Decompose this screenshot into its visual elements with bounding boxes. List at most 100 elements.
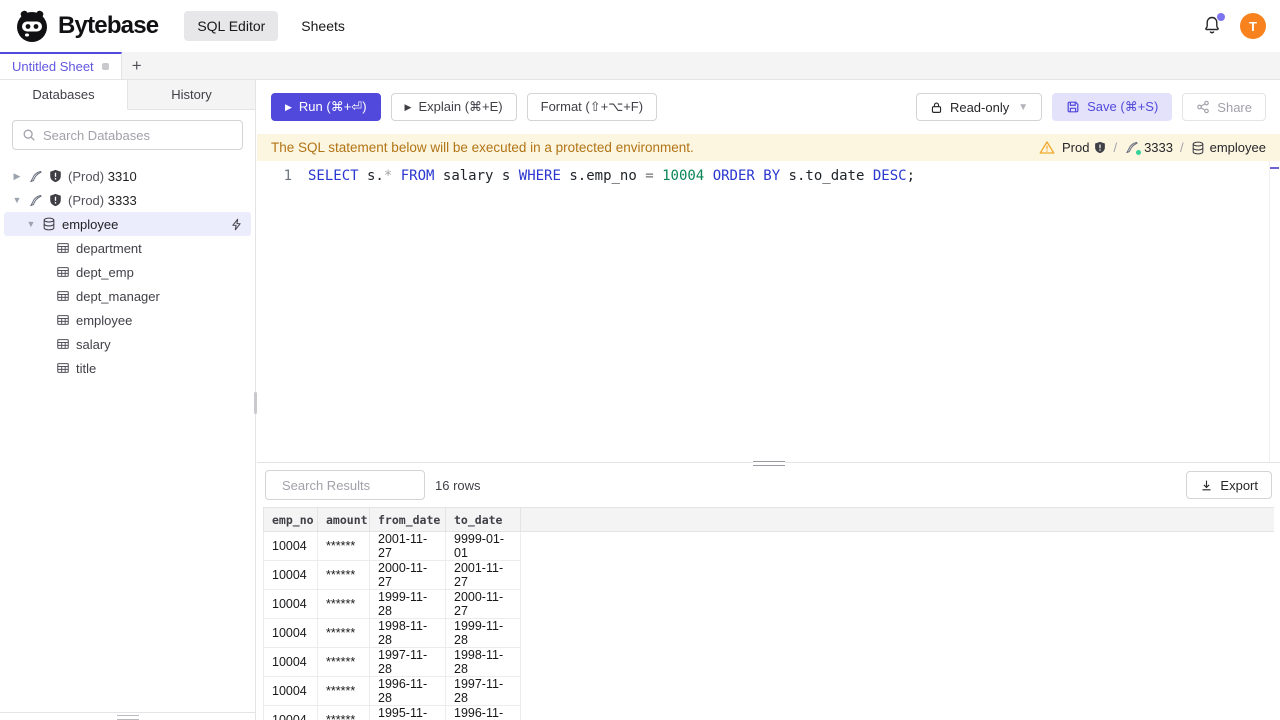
tab-untitled-sheet[interactable]: Untitled Sheet	[0, 52, 122, 79]
table-row[interactable]: 10004 ****** 1999-11-28 2000-11-27	[263, 589, 1275, 619]
database-search-input[interactable]	[43, 127, 233, 143]
table-cell[interactable]: 1995-11-29	[369, 705, 446, 720]
table-cell[interactable]: 10004	[263, 531, 318, 561]
chevron-down-icon: ▼	[12, 195, 22, 205]
tree-item-table[interactable]: dept_manager	[0, 284, 255, 308]
table-cell[interactable]: 10004	[263, 589, 318, 619]
table-cell-filler	[521, 706, 1275, 720]
lock-icon	[931, 101, 942, 113]
sql-token: 10004	[662, 168, 705, 184]
table-cell[interactable]: ******	[317, 647, 370, 677]
tree-item-table[interactable]: dept_emp	[0, 260, 255, 284]
table-cell[interactable]: 1996-11-28	[445, 705, 521, 720]
sql-code-editor[interactable]: 1 SELECT s.* FROM salary s WHERE s.emp_n…	[257, 161, 1280, 466]
export-button[interactable]: Export	[1186, 471, 1272, 499]
table-cell[interactable]: 2000-11-27	[369, 560, 446, 590]
tree-item-table[interactable]: salary	[0, 332, 255, 356]
table-cell[interactable]: 10004	[263, 560, 318, 590]
table-cell[interactable]: ******	[317, 531, 370, 561]
format-button[interactable]: Format (⇧+⌥+F)	[526, 93, 658, 121]
table-cell[interactable]: 10004	[263, 676, 318, 706]
table-cell[interactable]: 10004	[263, 705, 318, 720]
table-cell[interactable]: ******	[317, 705, 370, 720]
sidebar: Databases History ▶ (Prod) 3310	[0, 80, 257, 720]
table-cell[interactable]: 10004	[263, 647, 318, 677]
table-name: dept_emp	[76, 264, 134, 280]
table-row[interactable]: 10004 ****** 2001-11-27 9999-01-01	[263, 531, 1275, 561]
chevron-down-icon: ▼	[26, 219, 36, 229]
breadcrumb-database[interactable]: employee	[1191, 140, 1266, 155]
sql-token: salary s	[434, 168, 519, 184]
sql-token: s.emp_no	[560, 168, 646, 184]
database-name: employee	[62, 216, 119, 232]
tab-history[interactable]: History	[128, 80, 255, 110]
sql-token: ORDER BY	[712, 168, 781, 184]
panel-resize-handle[interactable]	[752, 461, 785, 466]
tree-item-table[interactable]: title	[0, 356, 255, 380]
tree-item-table[interactable]: employee	[0, 308, 255, 332]
sheet-tab-label: Untitled Sheet	[12, 59, 94, 74]
explain-button[interactable]: ▶ Explain (⌘+E)	[390, 93, 517, 121]
nav-sql-editor[interactable]: SQL Editor	[184, 11, 279, 41]
table-cell[interactable]: ******	[317, 589, 370, 619]
breadcrumb-environment[interactable]: Prod	[1062, 140, 1106, 155]
bolt-icon[interactable]	[230, 218, 243, 231]
connection-breadcrumb: Prod / 3333 / employee	[1039, 140, 1266, 155]
editor-scrollbar[interactable]	[1269, 161, 1280, 462]
run-button[interactable]: ▶ Run (⌘+⏎)	[271, 93, 381, 121]
column-header[interactable]: to_date	[445, 507, 521, 532]
table-cell[interactable]: 9999-01-01	[445, 531, 521, 561]
editor-toolbar: ▶ Run (⌘+⏎) ▶ Explain (⌘+E) Format (⇧+⌥+…	[257, 80, 1280, 134]
tree-item-database-employee[interactable]: ▼ employee	[4, 212, 251, 236]
brand-name: Bytebase	[58, 12, 159, 39]
results-search-input[interactable]	[282, 477, 458, 493]
table-cell[interactable]: 2001-11-27	[369, 531, 446, 561]
download-icon	[1202, 480, 1211, 490]
table-cell[interactable]: 1998-11-28	[369, 618, 446, 648]
column-header[interactable]: emp_no	[263, 507, 318, 532]
notifications-button[interactable]	[1202, 13, 1225, 37]
avatar[interactable]: T	[1240, 13, 1266, 39]
table-cell[interactable]: 1999-11-28	[369, 589, 446, 619]
table-cell[interactable]: ******	[317, 618, 370, 648]
column-header[interactable]: amount	[317, 507, 370, 532]
table-name: title	[76, 360, 97, 376]
table-cell[interactable]: 2000-11-27	[445, 589, 521, 619]
breadcrumb-instance[interactable]: 3333	[1124, 140, 1173, 155]
protected-env-banner: The SQL statement below will be executed…	[257, 134, 1280, 161]
table-cell[interactable]: 1999-11-28	[445, 618, 521, 648]
table-row[interactable]: 10004 ****** 2000-11-27 2001-11-27	[263, 560, 1275, 590]
table-cell[interactable]: ******	[317, 676, 370, 706]
add-sheet-button[interactable]: +	[122, 52, 152, 79]
save-button[interactable]: Save (⌘+S)	[1052, 93, 1173, 121]
table-row[interactable]: 10004 ****** 1998-11-28 1999-11-28	[263, 618, 1275, 648]
tree-item-instance-3310[interactable]: ▶ (Prod) 3310	[0, 164, 255, 188]
brand[interactable]: Bytebase	[14, 8, 159, 44]
share-button[interactable]: Share	[1182, 93, 1266, 121]
tree-item-instance-3333[interactable]: ▼ (Prod) 3333	[0, 188, 255, 212]
table-cell-filler	[521, 590, 1275, 619]
table-cell[interactable]: 1998-11-28	[445, 647, 521, 677]
tree-item-table[interactable]: department	[0, 236, 255, 260]
table-row[interactable]: 10004 ****** 1996-11-28 1997-11-28	[263, 676, 1275, 706]
table-cell[interactable]: 1997-11-28	[445, 676, 521, 706]
sidebar-resize-handle[interactable]	[0, 712, 255, 720]
table-cell[interactable]: 10004	[263, 618, 318, 648]
table-cell[interactable]: 2001-11-27	[445, 560, 521, 590]
nav-sheets[interactable]: Sheets	[288, 11, 358, 41]
table-cell[interactable]: 1996-11-28	[369, 676, 446, 706]
tab-databases[interactable]: Databases	[0, 80, 128, 110]
table-cell[interactable]: 1997-11-28	[369, 647, 446, 677]
table-row[interactable]: 10004 ****** 1997-11-28 1998-11-28	[263, 647, 1275, 677]
table-row[interactable]: 10004******1995-11-291996-11-28	[263, 705, 1275, 720]
column-header[interactable]: from_date	[369, 507, 446, 532]
table-icon	[57, 243, 69, 253]
code-line-content[interactable]: SELECT s.* FROM salary s WHERE s.emp_no …	[302, 161, 1280, 462]
table-name: salary	[76, 336, 111, 352]
readonly-mode-select[interactable]: Read-only ▼	[915, 93, 1043, 121]
table-icon	[57, 315, 69, 325]
table-icon	[57, 267, 69, 277]
table-cell[interactable]: ******	[317, 560, 370, 590]
database-search[interactable]	[12, 120, 243, 150]
results-search[interactable]	[265, 470, 458, 500]
